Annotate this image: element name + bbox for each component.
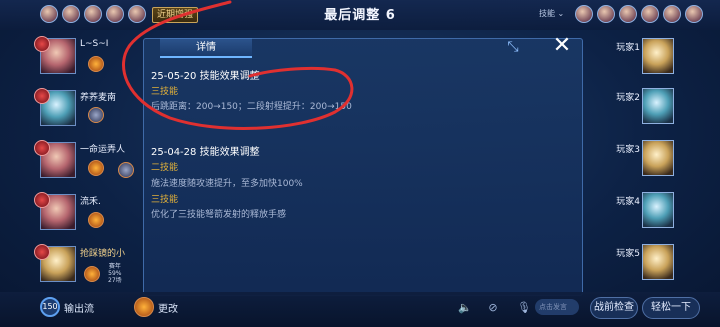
player-avatar[interactable] — [642, 88, 674, 124]
skill-name: 二技能 — [151, 163, 179, 173]
change-detail: 优化了三技能弩箭发射的释放手感 — [151, 210, 287, 220]
battle-check-button[interactable]: 战前检查 — [590, 297, 638, 319]
summoner-spell-icon[interactable] — [88, 160, 104, 176]
summoner-spell-icon[interactable] — [88, 107, 104, 123]
mic-icon[interactable]: 🎙 — [517, 301, 531, 315]
player-name: 玩家2 — [616, 93, 640, 103]
easy-mode-button[interactable]: 轻松一下 — [642, 297, 700, 319]
enemy-hero-icon — [663, 5, 681, 23]
enemy-hero-icon — [685, 5, 703, 23]
player-name: L~S~I — [80, 39, 109, 49]
skill-select-label: 技能 — [539, 9, 555, 18]
change-detail: 施法速度随攻速提升，至多加快100% — [151, 179, 303, 189]
player-stats: 赛年 59% 27场 — [108, 263, 122, 284]
player-name: 玩家1 — [616, 43, 640, 53]
level-badge: 150 — [40, 297, 60, 317]
mic-muted-icon[interactable]: ⊘ — [486, 301, 500, 315]
summoner-spell-icon[interactable] — [88, 212, 104, 228]
change-entry-title: 25-05-20 技能效果调整 — [151, 71, 260, 82]
player-name: 流禾. — [80, 197, 101, 207]
change-detail: 后跳距离：200→150；二段射程提升：200→150 — [151, 102, 352, 112]
player-name: 玩家4 — [616, 197, 640, 207]
enemy-hero-icons — [575, 5, 703, 23]
tab-details[interactable]: 详情 — [160, 38, 252, 58]
rank-badge-icon — [34, 140, 50, 156]
enemy-hero-icon — [641, 5, 659, 23]
rank-badge-icon — [34, 88, 50, 104]
enemy-hero-icon — [597, 5, 615, 23]
summoner-spell-icon[interactable] — [88, 56, 104, 72]
enemy-hero-icon — [575, 5, 593, 23]
summoner-spell-icon[interactable] — [118, 162, 134, 178]
summoner-spell-icon[interactable] — [134, 297, 154, 317]
summoner-spell-icon[interactable] — [84, 266, 100, 282]
rank-badge-icon — [34, 192, 50, 208]
change-button[interactable]: 更改 — [158, 300, 178, 315]
skill-name: 三技能 — [151, 195, 179, 205]
lane-label[interactable]: 输出流 — [64, 300, 94, 315]
skill-name: 三技能 — [151, 87, 179, 97]
player-name: 一命运弄人 — [80, 145, 126, 155]
player-avatar[interactable] — [642, 38, 674, 74]
player-name: 养荞麦南 — [80, 93, 117, 103]
expand-icon[interactable]: ⤡ — [502, 36, 524, 58]
speaker-icon[interactable]: 🔈 — [458, 301, 472, 315]
skill-select[interactable]: 技能 ⌄ — [539, 8, 564, 19]
player-name: 玩家5 — [616, 249, 640, 259]
close-icon[interactable]: ✕ — [549, 33, 575, 59]
chevron-down-icon: ⌄ — [557, 9, 565, 18]
rank-badge-icon — [34, 244, 50, 260]
player-name: 玩家3 — [616, 145, 640, 155]
enemy-hero-icon — [619, 5, 637, 23]
player-name: 抢踩镜的小 — [80, 249, 126, 259]
change-entry-title: 25-04-28 技能效果调整 — [151, 147, 260, 158]
chat-input[interactable]: 点击发言 — [535, 299, 579, 315]
player-avatar[interactable] — [642, 140, 674, 176]
rank-badge-icon — [34, 36, 50, 52]
player-avatar[interactable] — [642, 192, 674, 228]
player-avatar[interactable] — [642, 244, 674, 280]
